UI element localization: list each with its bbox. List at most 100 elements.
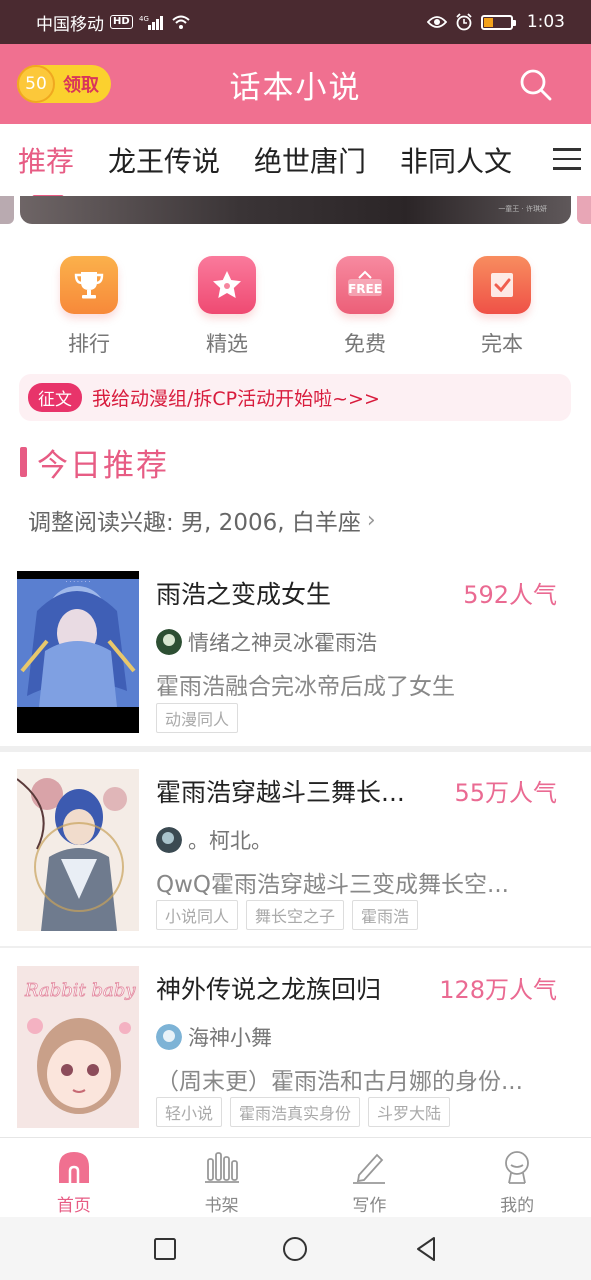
nav-write[interactable]: 写作 — [296, 1138, 444, 1217]
search-icon[interactable] — [519, 68, 553, 102]
book-description: QwQ霍雨浩穿越斗三变成舞长空... — [156, 872, 509, 898]
quick-ranking-label: 排行 — [68, 332, 110, 356]
svg-text:Rabbit baby: Rabbit baby — [24, 980, 136, 1001]
quick-completed-label: 完本 — [481, 332, 523, 356]
book-title[interactable]: 神外传说之龙族回归 — [156, 970, 426, 1006]
signal-icon: 4G — [139, 15, 163, 30]
bookshelf-icon — [202, 1147, 242, 1187]
quick-completed[interactable]: 完本 — [452, 256, 552, 358]
quick-free-label: 免费 — [344, 332, 386, 356]
book-card[interactable]: 霍雨浩穿越斗三舞长... 55万人气 。柯北。 QwQ霍雨浩穿越斗三变成舞长空.… — [0, 769, 591, 939]
book-description: （周末更）霍雨浩和古月娜的身份... — [156, 1069, 523, 1095]
nav-bookshelf-label: 书架 — [204, 1196, 239, 1216]
hd-icon: HD — [110, 15, 133, 29]
tab-tang-sect[interactable]: 绝世唐门 — [254, 140, 366, 180]
interest-text: 调整阅读兴趣: 男, 2006, 白羊座 — [28, 510, 361, 536]
coin-icon: 50 — [17, 65, 55, 103]
avatar — [156, 629, 182, 655]
back-icon[interactable] — [414, 1236, 438, 1262]
app-header: 50 领取 话本小说 — [0, 44, 591, 124]
bottom-navigation: 首页 书架 写作 我的 — [0, 1137, 591, 1217]
book-tags: 轻小说 霍雨浩真实身份 斗罗大陆 — [156, 1097, 451, 1127]
battery-icon — [480, 14, 516, 30]
divider — [0, 946, 591, 948]
book-author[interactable]: 情绪之神灵冰霍雨浩 — [156, 627, 377, 657]
alarm-icon — [456, 13, 472, 31]
banner-credit: 一童王 · 许琪妍 — [498, 205, 547, 213]
book-tag[interactable]: 霍雨浩真实身份 — [230, 1097, 361, 1127]
quick-featured[interactable]: 精选 — [177, 256, 277, 358]
svg-text:4G: 4G — [139, 15, 149, 23]
notice-badge: 征文 — [28, 383, 82, 412]
wifi-icon — [172, 15, 190, 29]
quick-free[interactable]: FREE 免费 — [315, 256, 415, 358]
trophy-icon — [60, 256, 118, 314]
quick-ranking[interactable]: 排行 — [39, 256, 139, 358]
eye-icon — [426, 16, 447, 28]
book-popularity: 592人气 — [463, 581, 557, 609]
nav-bookshelf[interactable]: 书架 — [148, 1138, 296, 1217]
nav-home[interactable]: 首页 — [0, 1138, 148, 1217]
profile-icon — [497, 1147, 537, 1187]
book-popularity: 55万人气 — [454, 779, 557, 807]
divider — [0, 746, 591, 752]
check-book-icon — [473, 256, 531, 314]
book-cover[interactable]: · · · · · · · — [17, 571, 139, 733]
author-name: 海神小舞 — [188, 1026, 272, 1050]
avatar — [156, 1024, 182, 1050]
book-tag[interactable]: 舞长空之子 — [246, 900, 345, 930]
book-title[interactable]: 霍雨浩穿越斗三舞长... — [156, 773, 434, 809]
book-author[interactable]: 。柯北。 — [156, 825, 272, 855]
star-icon — [198, 256, 256, 314]
page-title: 话本小说 — [229, 69, 362, 106]
status-bar: 中国移动 HD 4G 1:03 — [0, 0, 591, 44]
chevron-right-icon: › — [366, 507, 376, 533]
book-tags: 动漫同人 — [156, 703, 239, 733]
nav-profile-label: 我的 — [500, 1196, 535, 1216]
book-cover[interactable]: Rabbit baby — [17, 966, 139, 1128]
book-card[interactable]: Rabbit baby 神外传说之龙族回归 128万人气 海神小舞 （周末更）霍… — [0, 966, 591, 1131]
book-title[interactable]: 雨浩之变成女生 — [156, 575, 446, 611]
system-navigation — [0, 1217, 591, 1280]
quick-entries: 排行 精选 FREE 免费 完本 — [0, 256, 591, 366]
tab-original[interactable]: 非同人文 — [400, 140, 512, 180]
section-title-text: 今日推荐 — [37, 447, 169, 484]
tab-recommend[interactable]: 推荐 — [18, 140, 74, 200]
recent-apps-icon[interactable] — [153, 1237, 177, 1261]
book-author[interactable]: 海神小舞 — [156, 1022, 272, 1052]
contest-notice[interactable]: 征文 我给动漫组/拆CP活动开始啦~>> — [19, 374, 571, 421]
free-icon: FREE — [336, 256, 394, 314]
book-tag[interactable]: 动漫同人 — [156, 703, 239, 733]
avatar — [156, 827, 182, 853]
author-name: 。柯北。 — [188, 829, 272, 853]
notice-text: 我给动漫组/拆CP活动开始啦~>> — [92, 388, 380, 410]
book-description: 霍雨浩融合完冰帝后成了女生 — [156, 674, 455, 700]
nav-home-label: 首页 — [56, 1196, 91, 1216]
clock-time: 1:03 — [526, 12, 565, 32]
pen-icon — [349, 1147, 389, 1187]
nav-profile[interactable]: 我的 — [443, 1138, 591, 1217]
book-tag[interactable]: 霍雨浩 — [352, 900, 419, 930]
book-cover[interactable] — [17, 769, 139, 931]
svg-text:· · · · · · ·: · · · · · · · — [66, 579, 91, 586]
claim-label: 领取 — [63, 75, 99, 96]
category-tabs: 推荐 龙王传说 绝世唐门 非同人文 — [0, 124, 591, 200]
banner-image[interactable]: 一童王 · 许琪妍 — [20, 196, 571, 224]
book-tag[interactable]: 斗罗大陆 — [368, 1097, 451, 1127]
carrier-label: 中国移动 — [36, 14, 104, 35]
book-card[interactable]: · · · · · · · 雨浩之变成女生 592人气 情绪之神灵冰霍雨浩 霍雨… — [0, 571, 591, 746]
book-tag[interactable]: 小说同人 — [156, 900, 239, 930]
banner-next-edge[interactable] — [577, 196, 591, 224]
adjust-interest-link[interactable]: 调整阅读兴趣: 男, 2006, 白羊座 › — [28, 503, 376, 537]
tab-menu-icon[interactable] — [553, 148, 581, 172]
quick-featured-label: 精选 — [206, 332, 248, 356]
tab-dragon-king[interactable]: 龙王传说 — [108, 140, 220, 180]
section-title-bar — [20, 447, 27, 477]
book-popularity: 128万人气 — [439, 976, 557, 1004]
free-icon-text: FREE — [348, 282, 382, 296]
claim-coins-button[interactable]: 50 领取 — [17, 65, 111, 103]
book-tags: 小说同人 舞长空之子 霍雨浩 — [156, 900, 419, 930]
home-circle-icon[interactable] — [282, 1236, 308, 1262]
book-tag[interactable]: 轻小说 — [156, 1097, 223, 1127]
banner-prev-edge[interactable] — [0, 196, 14, 224]
